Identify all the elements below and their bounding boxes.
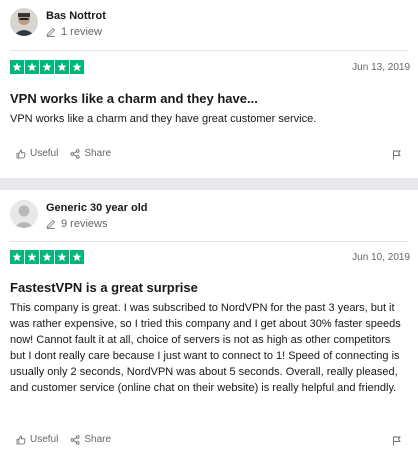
share-label: Share <box>84 148 112 159</box>
review-count: 1 review <box>46 26 102 38</box>
useful-button[interactable]: Useful <box>16 148 58 159</box>
review-separator <box>0 178 418 190</box>
star-rating <box>10 250 84 264</box>
review-title[interactable]: FastestVPN is a great surprise <box>10 280 198 295</box>
star-icon <box>25 250 39 264</box>
flag-icon[interactable] <box>392 150 402 160</box>
share-button[interactable]: Share <box>70 148 111 159</box>
useful-label: Useful <box>30 434 59 445</box>
star-icon <box>10 60 24 74</box>
useful-button[interactable]: Useful <box>16 434 58 445</box>
share-icon <box>70 434 80 445</box>
reviewer-name[interactable]: Bas Nottrot <box>46 10 106 22</box>
review-body: VPN works like a charm and they have gre… <box>10 113 317 125</box>
review-date: Jun 13, 2019 <box>352 62 410 73</box>
review-card: Generic 30 year old 9 reviews Jun 10, 20… <box>0 190 418 454</box>
share-label: Share <box>84 434 112 445</box>
review-count-label: 1 review <box>61 26 102 38</box>
reviewer-header: Generic 30 year old 9 reviews <box>10 200 408 236</box>
reviewer-name[interactable]: Generic 30 year old <box>46 202 148 214</box>
review-card: Bas Nottrot 1 review Jun 13, 2019 VPN wo… <box>0 0 418 178</box>
thumbs-up-icon <box>16 149 26 158</box>
star-icon <box>55 250 69 264</box>
star-icon <box>70 60 84 74</box>
reviewer-header: Bas Nottrot 1 review <box>10 8 408 44</box>
pencil-icon <box>46 27 56 37</box>
avatar[interactable] <box>10 200 38 228</box>
star-rating <box>10 60 84 74</box>
divider <box>10 241 408 242</box>
review-count: 9 reviews <box>46 218 107 230</box>
star-icon <box>25 60 39 74</box>
divider <box>10 50 408 51</box>
flag-icon[interactable] <box>392 436 402 446</box>
pencil-icon <box>46 219 56 229</box>
star-icon <box>70 250 84 264</box>
avatar[interactable] <box>10 8 38 36</box>
review-count-label: 9 reviews <box>61 218 108 230</box>
star-icon <box>55 60 69 74</box>
useful-label: Useful <box>30 148 59 159</box>
review-date: Jun 10, 2019 <box>352 252 410 263</box>
star-icon <box>40 250 54 264</box>
review-title[interactable]: VPN works like a charm and they have... <box>10 91 258 106</box>
review-body: This company is great. I was subscribed … <box>10 302 401 394</box>
review-actions: Useful Share <box>16 148 123 159</box>
thumbs-up-icon <box>16 435 26 444</box>
share-icon <box>70 148 80 159</box>
share-button[interactable]: Share <box>70 434 111 445</box>
star-icon <box>40 60 54 74</box>
star-icon <box>10 250 24 264</box>
review-actions: Useful Share <box>16 434 123 445</box>
